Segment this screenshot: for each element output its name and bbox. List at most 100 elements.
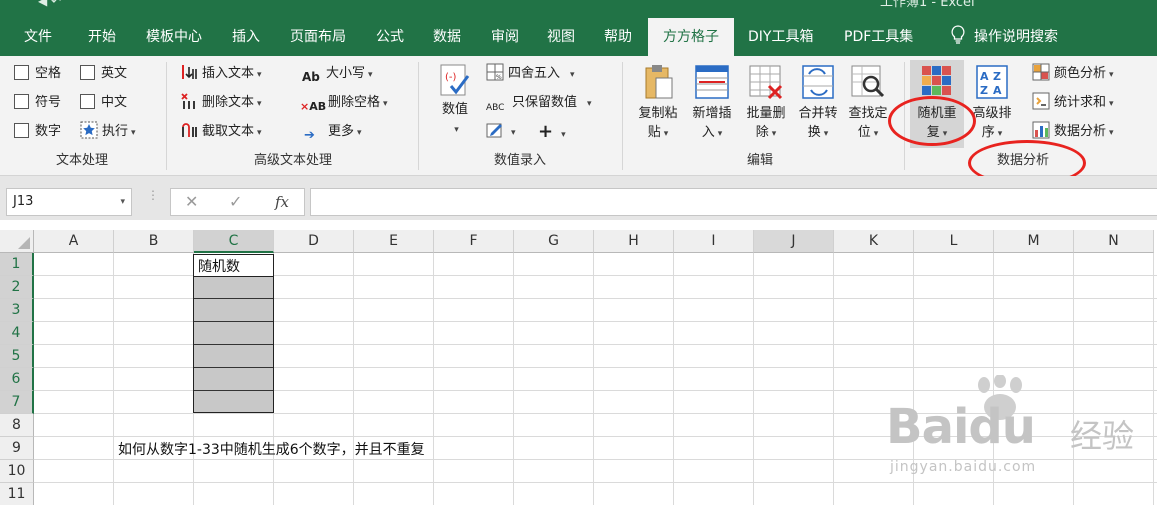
column-header-g[interactable]: G — [514, 230, 594, 253]
chevron-down-icon[interactable]: ▾ — [120, 189, 125, 215]
watermark-brand: Baidu — [886, 399, 1036, 455]
row-header-1[interactable]: 1 — [0, 253, 34, 276]
cancel-icon[interactable]: ✕ — [185, 189, 198, 215]
tell-me-search[interactable]: 操作说明搜索 — [948, 18, 1060, 56]
row-header-8[interactable]: 8 — [0, 414, 34, 437]
insert-function-icon[interactable]: fx — [275, 189, 289, 215]
tab-help[interactable]: 帮助 — [602, 18, 634, 56]
delete-spaces-button[interactable]: ×AB 删除空格 ▾ — [300, 91, 388, 115]
formula-buttons: ✕ ✓ fx — [170, 188, 305, 216]
tab-diy-toolbox[interactable]: DIY工具箱 — [746, 18, 815, 56]
formula-input[interactable] — [310, 188, 1157, 216]
row-header-4[interactable]: 4 — [0, 322, 34, 345]
checkbox-english[interactable]: 英文 — [80, 62, 127, 86]
row-header-9[interactable]: 9 — [0, 437, 34, 460]
row-header-10[interactable]: 10 — [0, 460, 34, 483]
data-analysis-button[interactable]: 数据分析 ▾ — [1032, 120, 1114, 144]
tab-pdf-tools[interactable]: PDF工具集 — [842, 18, 915, 56]
batch-delete-button[interactable]: 批量删除 ▾ — [740, 62, 792, 144]
svg-text:(-): (-) — [445, 72, 457, 83]
advanced-sort-button[interactable]: AZZA 高级排序 ▾ — [966, 62, 1018, 144]
insert-rows-icon — [695, 65, 729, 99]
more-button[interactable]: ➔ 更多 ▾ — [304, 120, 362, 144]
delete-space-icon: ×AB — [300, 100, 327, 113]
color-analysis-button[interactable]: 颜色分析 ▾ — [1032, 62, 1114, 86]
case-convert-button[interactable]: Ab 大小写 ▾ — [302, 62, 373, 86]
tab-formulas[interactable]: 公式 — [374, 18, 406, 56]
keep-values-button[interactable]: ABC 只保留数值 ▾ — [486, 91, 592, 115]
numeric-value-button[interactable]: (-) 数值 ▾ — [432, 62, 478, 140]
checkbox-symbol[interactable]: 符号 — [14, 91, 61, 115]
insert-text-button[interactable]: 插入文本 ▾ — [180, 62, 262, 86]
delete-text-button[interactable]: 删除文本 ▾ — [180, 91, 262, 115]
tab-page-layout[interactable]: 页面布局 — [288, 18, 348, 56]
tab-file[interactable]: 文件 — [22, 18, 54, 56]
column-header-n[interactable]: N — [1074, 230, 1154, 253]
edit-sheet-icon — [486, 123, 502, 138]
tab-template-center[interactable]: 模板中心 — [144, 18, 204, 56]
delete-grid-icon — [749, 65, 783, 100]
row-header-5[interactable]: 5 — [0, 345, 34, 368]
name-box[interactable]: J13 ▾ — [6, 188, 132, 216]
column-header-a[interactable]: A — [34, 230, 114, 253]
select-all-corner[interactable] — [0, 230, 34, 253]
extract-text-button[interactable]: 截取文本 ▾ — [180, 120, 262, 144]
row-header-3[interactable]: 3 — [0, 299, 34, 322]
batch-insert-button[interactable]: 新增插入 ▾ — [686, 62, 738, 144]
find-locate-button[interactable]: 查找定位 ▾ — [842, 62, 894, 144]
checkbox-number[interactable]: 数字 — [14, 120, 61, 144]
ribbon: 空格 英文 符号 中文 数字 执行 ▾ 文本处理 插入文本 ▾ 删除文本 ▾ 截取文本… — [0, 56, 1157, 176]
stat-sum-button[interactable]: 统计求和 ▾ — [1032, 91, 1114, 115]
row-header-2[interactable]: 2 — [0, 276, 34, 299]
row-header-6[interactable]: 6 — [0, 368, 34, 391]
tab-review[interactable]: 审阅 — [489, 18, 521, 56]
round-button[interactable]: % 四舍五入 ▾ — [486, 62, 575, 86]
title-bar: ◀ ↶ 工作簿1 - Excel — [0, 0, 1157, 18]
column-header-l[interactable]: L — [914, 230, 994, 253]
execute-button[interactable]: 执行 ▾ — [80, 120, 136, 144]
column-header-f[interactable]: F — [434, 230, 514, 253]
tell-me-label: 操作说明搜索 — [974, 29, 1058, 45]
splitter-dots-icon[interactable]: ⋮ — [147, 189, 159, 201]
baidu-jingyan-watermark: Baidu 经验 jingyan.baidu.com — [882, 375, 1152, 485]
column-header-b[interactable]: B — [114, 230, 194, 253]
quick-access-icon[interactable]: ◀ ↶ — [38, 0, 61, 8]
tab-insert[interactable]: 插入 — [230, 18, 262, 56]
column-header-c[interactable]: C — [194, 230, 274, 253]
arrow-right-icon: ➔ — [304, 128, 315, 143]
checkbox-space[interactable]: 空格 — [14, 62, 61, 86]
row-header-11[interactable]: 11 — [0, 483, 34, 505]
svg-text:A: A — [980, 70, 989, 83]
row-header-7[interactable]: 7 — [0, 391, 34, 414]
copy-paste-button[interactable]: 复制粘贴 ▾ — [632, 62, 684, 144]
tab-data[interactable]: 数据 — [431, 18, 463, 56]
column-header-e[interactable]: E — [354, 230, 434, 253]
column-header-m[interactable]: M — [994, 230, 1074, 253]
checkbox-chinese[interactable]: 中文 — [80, 91, 127, 115]
insert-text-icon — [182, 65, 197, 79]
column-header-i[interactable]: I — [674, 230, 754, 253]
merge-convert-button[interactable]: 合并转换 ▾ — [792, 62, 844, 144]
add-button[interactable]: + ▾ — [538, 120, 566, 144]
group-label-advanced-text: 高级文本处理 — [253, 153, 332, 168]
find-magnifier-icon — [851, 65, 885, 98]
column-header-d[interactable]: D — [274, 230, 354, 253]
column-header-h[interactable]: H — [594, 230, 674, 253]
color-grid-icon — [1032, 63, 1050, 81]
group-label-number-entry: 数值录入 — [493, 153, 546, 168]
column-header-k[interactable]: K — [834, 230, 914, 253]
tab-fangfangezi[interactable]: 方方格子 — [648, 18, 734, 56]
tab-view[interactable]: 视图 — [545, 18, 577, 56]
stat-sum-icon — [1032, 92, 1050, 110]
abc-icon: ABC — [486, 103, 505, 113]
extract-text-icon — [182, 123, 197, 137]
column-header-j[interactable]: J — [754, 230, 834, 253]
tab-home[interactable]: 开始 — [86, 18, 118, 56]
round-icon: % — [486, 63, 504, 81]
edit-entry-button[interactable]: ▾ — [486, 120, 516, 144]
watermark-cn: 经验 — [1070, 417, 1135, 455]
enter-check-icon[interactable]: ✓ — [229, 189, 242, 215]
random-repeat-button[interactable]: 随机重复 ▾ — [910, 60, 964, 148]
svg-text:%: % — [496, 74, 502, 81]
group-label-text: 文本处理 — [55, 153, 108, 168]
